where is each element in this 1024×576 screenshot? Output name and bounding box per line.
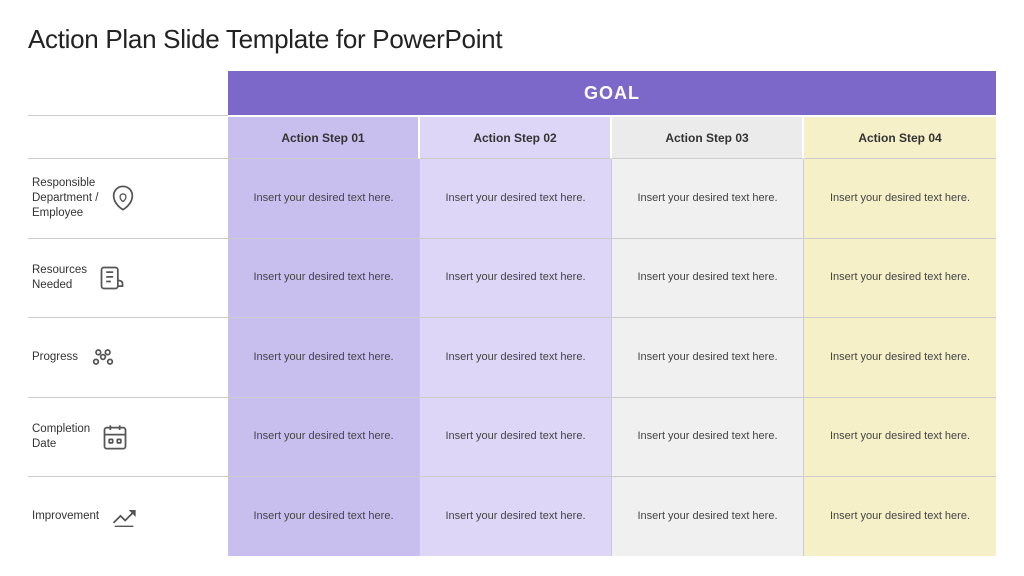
progress-icon — [86, 340, 120, 374]
data-row-1: Insert your desired text here. Insert yo… — [228, 239, 996, 319]
data-rows: Insert your desired text here. Insert yo… — [228, 159, 996, 556]
table-wrapper: ResponsibleDepartment /Employee Resource… — [28, 71, 996, 556]
grid-area: GOAL Action Step 01 Action Step 02 Actio… — [228, 71, 996, 556]
label-row-4: Improvement — [28, 477, 228, 556]
col-header-1: Action Step 02 — [420, 117, 612, 159]
goal-header: GOAL — [228, 71, 996, 115]
shield-heart-icon — [106, 181, 140, 215]
cell-3-3: Insert your desired text here. — [804, 398, 996, 477]
label-row-2: Progress — [28, 318, 228, 398]
cell-1-2: Insert your desired text here. — [612, 239, 804, 318]
data-row-4: Insert your desired text here. Insert yo… — [228, 477, 996, 556]
cell-4-3: Insert your desired text here. — [804, 477, 996, 556]
row-label-4: Improvement — [32, 509, 99, 524]
row-label-2: Progress — [32, 350, 78, 365]
cell-2-3: Insert your desired text here. — [804, 318, 996, 397]
cell-4-1: Insert your desired text here. — [420, 477, 612, 556]
label-row-1: ResourcesNeeded — [28, 239, 228, 319]
column-headers: Action Step 01 Action Step 02 Action Ste… — [228, 115, 996, 159]
data-row-0: Insert your desired text here. Insert yo… — [228, 159, 996, 239]
cell-2-0: Insert your desired text here. — [228, 318, 420, 397]
col-header-2: Action Step 03 — [612, 117, 804, 159]
cell-0-3: Insert your desired text here. — [804, 159, 996, 238]
cell-4-2: Insert your desired text here. — [612, 477, 804, 556]
cell-3-1: Insert your desired text here. — [420, 398, 612, 477]
header-spacer — [28, 115, 228, 159]
cell-2-1: Insert your desired text here. — [420, 318, 612, 397]
row-label-3: CompletionDate — [32, 422, 90, 452]
col-header-3: Action Step 04 — [804, 117, 996, 159]
improvement-icon — [107, 500, 141, 534]
row-label-1: ResourcesNeeded — [32, 263, 87, 293]
cell-4-0: Insert your desired text here. — [228, 477, 420, 556]
label-row-3: CompletionDate — [28, 398, 228, 478]
cell-3-0: Insert your desired text here. — [228, 398, 420, 477]
cell-0-1: Insert your desired text here. — [420, 159, 612, 238]
cell-3-2: Insert your desired text here. — [612, 398, 804, 477]
data-row-2: Insert your desired text here. Insert yo… — [228, 318, 996, 398]
label-column: ResponsibleDepartment /Employee Resource… — [28, 71, 228, 556]
cell-1-3: Insert your desired text here. — [804, 239, 996, 318]
label-row-0: ResponsibleDepartment /Employee — [28, 159, 228, 239]
resources-icon — [95, 261, 129, 295]
cell-1-1: Insert your desired text here. — [420, 239, 612, 318]
cell-0-2: Insert your desired text here. — [612, 159, 804, 238]
cell-0-0: Insert your desired text here. — [228, 159, 420, 238]
calendar-icon — [98, 420, 132, 454]
col-header-0: Action Step 01 — [228, 117, 420, 159]
cell-2-2: Insert your desired text here. — [612, 318, 804, 397]
slide-title: Action Plan Slide Template for PowerPoin… — [28, 24, 996, 55]
cell-1-0: Insert your desired text here. — [228, 239, 420, 318]
data-row-3: Insert your desired text here. Insert yo… — [228, 398, 996, 478]
slide: Action Plan Slide Template for PowerPoin… — [0, 0, 1024, 576]
row-label-0: ResponsibleDepartment /Employee — [32, 176, 98, 221]
goal-spacer — [28, 71, 228, 115]
